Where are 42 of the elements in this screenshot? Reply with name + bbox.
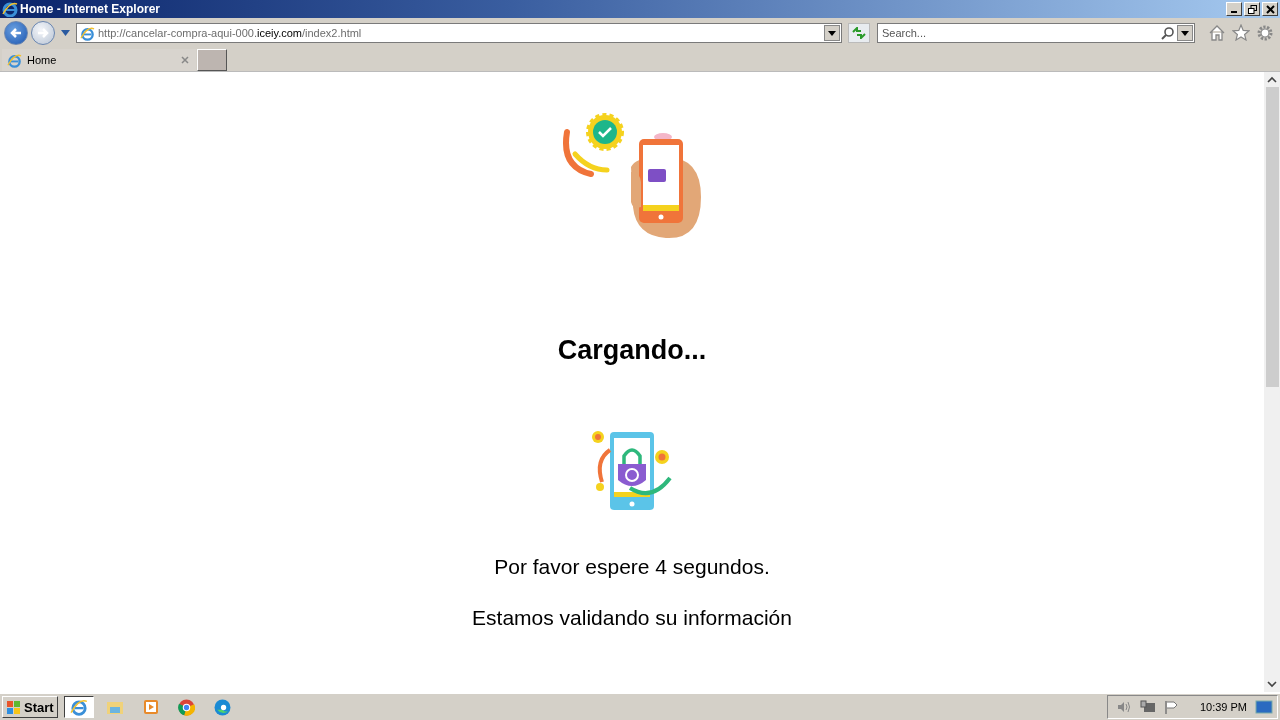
minimize-button[interactable] xyxy=(1226,2,1242,16)
flag-icon[interactable] xyxy=(1163,700,1180,714)
validation-message: Estamos validando su información xyxy=(472,604,792,630)
four-squares-logo-icon[interactable] xyxy=(6,699,22,715)
browser-logo-icon xyxy=(2,1,18,17)
tab-label: Home xyxy=(27,54,58,66)
browser-tab[interactable]: Home xyxy=(2,49,196,71)
vertical-scrollbar[interactable] xyxy=(1264,72,1280,692)
loading-heading: Cargando... xyxy=(557,334,707,367)
scroll-up-icon[interactable] xyxy=(1267,76,1277,83)
window-title: Home - Internet Explorer xyxy=(20,2,161,16)
favorites-star-icon[interactable] xyxy=(1232,24,1250,41)
back-button[interactable] xyxy=(4,21,28,45)
circle-logo-icon[interactable] xyxy=(178,698,196,716)
page-icon xyxy=(80,25,95,41)
search-dropdown-button[interactable] xyxy=(1177,25,1193,41)
history-dropdown-icon[interactable] xyxy=(61,30,70,36)
caret-icon[interactable] xyxy=(1181,30,1189,36)
address-field[interactable]: http://cancelar-compra-aqui-000.iceiy.com/index2.html xyxy=(76,23,842,43)
caret-icon[interactable] xyxy=(828,30,836,36)
network-icon[interactable] xyxy=(1139,700,1156,714)
page-icon xyxy=(7,52,22,68)
scroll-down-icon[interactable] xyxy=(1267,681,1277,688)
url-text: http://cancelar-compra-aqui-000.iceiy.com/index2.html xyxy=(98,27,363,39)
close-tab-icon[interactable] xyxy=(181,56,189,64)
home-icon[interactable] xyxy=(1208,24,1226,41)
show-desktop-icon[interactable] xyxy=(1255,700,1273,714)
speaker-icon[interactable] xyxy=(1115,700,1132,714)
settings-icon[interactable] xyxy=(1256,24,1274,42)
swirl-logo-icon[interactable] xyxy=(214,698,232,716)
search-field[interactable]: Search... xyxy=(877,23,1195,43)
back-arrow-icon[interactable] xyxy=(9,26,23,40)
play-icon[interactable] xyxy=(142,699,159,715)
scroll-thumb[interactable] xyxy=(1265,87,1279,387)
start-button[interactable]: Start xyxy=(2,696,58,718)
search-icon[interactable] xyxy=(1161,26,1174,40)
browser-taskbar-button[interactable] xyxy=(63,696,94,718)
new-tab-button[interactable] xyxy=(197,49,227,71)
clock-text: 10:39 PM xyxy=(1199,701,1247,713)
wait-message: Por favor espere 4 segundos. xyxy=(494,554,770,580)
address-dropdown-button[interactable] xyxy=(824,25,840,41)
forward-button[interactable] xyxy=(31,21,55,45)
